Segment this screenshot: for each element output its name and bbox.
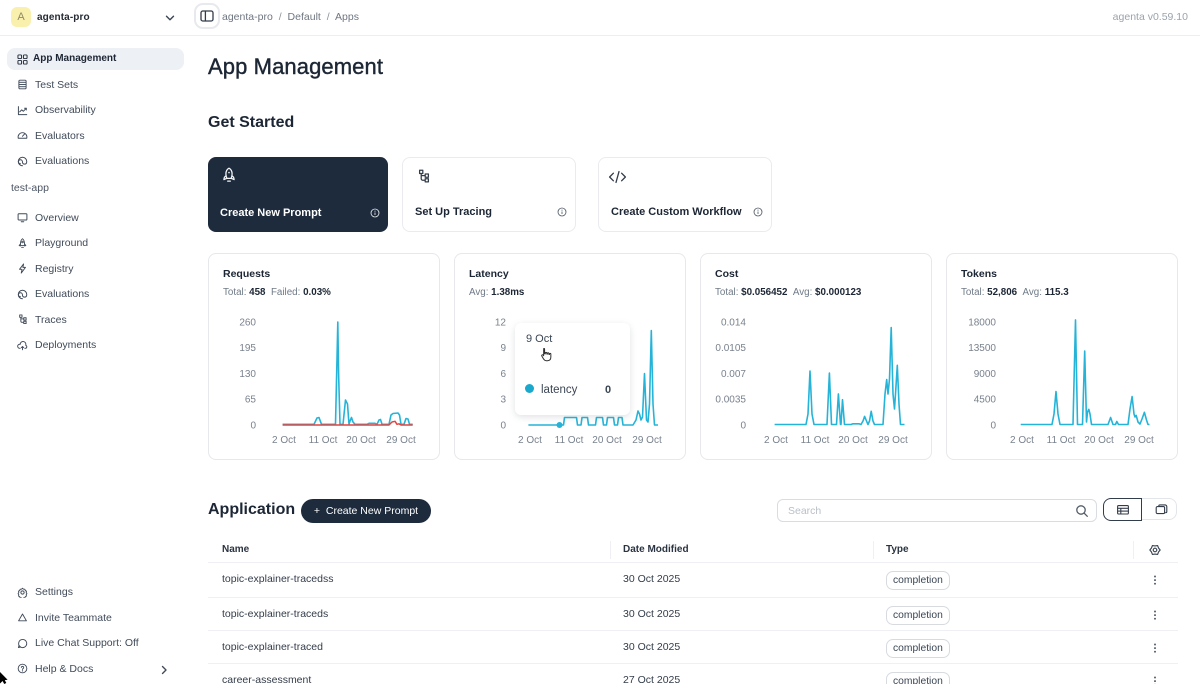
svg-text:3: 3 — [500, 395, 506, 406]
svg-text:0.007: 0.007 — [721, 369, 746, 380]
svg-text:9: 9 — [500, 343, 506, 354]
svg-text:11 Oct: 11 Oct — [801, 435, 830, 446]
svg-text:13500: 13500 — [968, 343, 996, 354]
svg-text:0.0105: 0.0105 — [715, 343, 746, 354]
svg-text:130: 130 — [239, 369, 256, 380]
svg-text:0: 0 — [250, 420, 256, 431]
svg-text:20 Oct: 20 Oct — [592, 435, 622, 446]
svg-text:29 Oct: 29 Oct — [386, 435, 416, 446]
svg-text:20 Oct: 20 Oct — [1084, 435, 1114, 446]
svg-text:11 Oct: 11 Oct — [1047, 435, 1076, 446]
svg-text:6: 6 — [500, 369, 506, 380]
svg-text:12: 12 — [495, 318, 507, 329]
svg-text:11 Oct: 11 Oct — [309, 435, 338, 446]
svg-text:2 Oct: 2 Oct — [1010, 435, 1034, 446]
svg-text:29 Oct: 29 Oct — [632, 435, 662, 446]
svg-text:11 Oct: 11 Oct — [555, 435, 584, 446]
svg-text:0: 0 — [990, 420, 996, 431]
svg-text:20 Oct: 20 Oct — [346, 435, 376, 446]
svg-text:4500: 4500 — [974, 395, 997, 406]
svg-text:0: 0 — [740, 420, 746, 431]
svg-text:2 Oct: 2 Oct — [272, 435, 296, 446]
svg-text:0.014: 0.014 — [721, 318, 746, 329]
svg-text:195: 195 — [239, 343, 256, 354]
svg-text:29 Oct: 29 Oct — [878, 435, 908, 446]
svg-text:65: 65 — [245, 395, 257, 406]
svg-text:2 Oct: 2 Oct — [764, 435, 788, 446]
svg-text:20 Oct: 20 Oct — [838, 435, 868, 446]
svg-text:18000: 18000 — [968, 318, 996, 329]
svg-text:29 Oct: 29 Oct — [1124, 435, 1154, 446]
svg-text:260: 260 — [239, 318, 256, 329]
svg-text:2 Oct: 2 Oct — [518, 435, 542, 446]
svg-text:0: 0 — [500, 420, 506, 431]
svg-text:0.0035: 0.0035 — [715, 395, 746, 406]
svg-text:9000: 9000 — [974, 369, 997, 380]
